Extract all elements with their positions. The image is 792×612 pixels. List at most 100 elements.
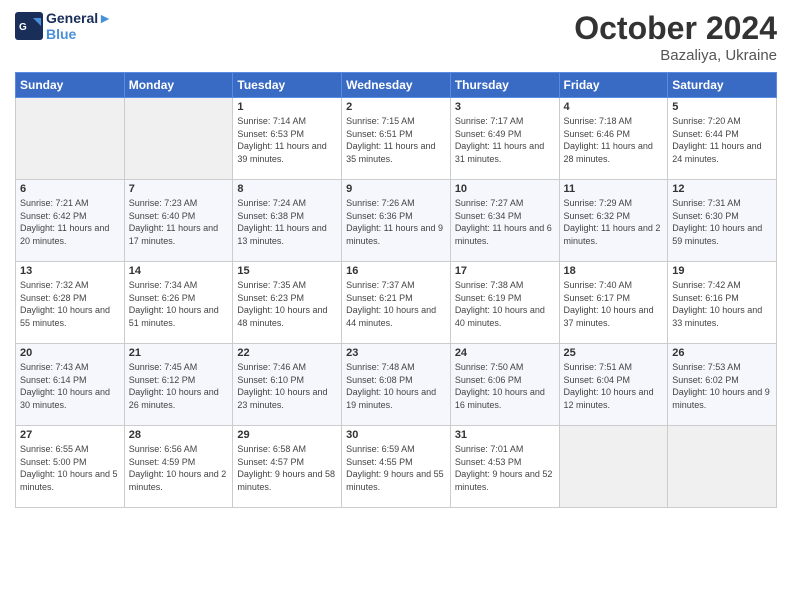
day-info: Sunrise: 7:31 AM Sunset: 6:30 PM Dayligh… — [672, 197, 772, 247]
weekday-header-sunday: Sunday — [16, 73, 125, 98]
day-info: Sunrise: 7:20 AM Sunset: 6:44 PM Dayligh… — [672, 115, 772, 165]
calendar-cell: 21 Sunrise: 7:45 AM Sunset: 6:12 PM Dayli… — [124, 344, 233, 426]
week-row-4: 20Sunrise: 7:43 AM Sunset: 6:14 PM Dayli… — [16, 344, 777, 426]
calendar-cell: 22Sunrise: 7:46 AM Sunset: 6:10 PM Dayli… — [233, 344, 342, 426]
day-info: Sunrise: 7:26 AM Sunset: 6:36 PM Dayligh… — [346, 197, 446, 247]
day-info: Sunrise: 6:55 AM Sunset: 5:00 PM Dayligh… — [20, 443, 120, 493]
day-number: 14 — [129, 265, 229, 277]
calendar-cell: 20Sunrise: 7:43 AM Sunset: 6:14 PM Dayli… — [16, 344, 125, 426]
day-number: 6 — [20, 183, 120, 195]
calendar-table: SundayMondayTuesdayWednesdayThursdayFrid… — [15, 72, 777, 508]
weekday-header-thursday: Thursday — [450, 73, 559, 98]
weekday-header-wednesday: Wednesday — [342, 73, 451, 98]
day-number: 15 — [237, 265, 337, 277]
svg-text:G: G — [19, 22, 27, 33]
calendar-cell: 3 Sunrise: 7:17 AM Sunset: 6:49 PM Daylig… — [450, 98, 559, 180]
logo: G General► Blue — [15, 10, 112, 42]
day-number: 25 — [564, 347, 664, 359]
calendar-cell — [668, 426, 777, 508]
calendar-cell: 9Sunrise: 7:26 AM Sunset: 6:36 PM Daylig… — [342, 180, 451, 262]
day-info: Sunrise: 7:14 AM Sunset: 6:53 PM Dayligh… — [237, 115, 337, 165]
day-number: 1 — [237, 101, 337, 113]
day-number: 12 — [672, 183, 772, 195]
weekday-header-tuesday: Tuesday — [233, 73, 342, 98]
day-number: 20 — [20, 347, 120, 359]
calendar-cell: 30 Sunrise: 6:59 AM Sunset: 4:55 PM Dayli… — [342, 426, 451, 508]
calendar-cell — [124, 98, 233, 180]
day-info: Sunrise: 7:15 AM Sunset: 6:51 PM Dayligh… — [346, 115, 446, 165]
day-number: 2 — [346, 101, 446, 113]
calendar-cell: 14 Sunrise: 7:34 AM Sunset: 6:26 PM Dayli… — [124, 262, 233, 344]
calendar-cell: 16 Sunrise: 7:37 AM Sunset: 6:21 PM Dayli… — [342, 262, 451, 344]
week-row-1: 1 Sunrise: 7:14 AM Sunset: 6:53 PM Daylig… — [16, 98, 777, 180]
day-info: Sunrise: 7:24 AM Sunset: 6:38 PM Dayligh… — [237, 197, 337, 247]
day-info: Sunrise: 7:29 AM Sunset: 6:32 PM Dayligh… — [564, 197, 664, 247]
day-number: 23 — [346, 347, 446, 359]
day-info: Sunrise: 7:38 AM Sunset: 6:19 PM Dayligh… — [455, 279, 555, 329]
month-year: October 2024 — [574, 10, 777, 47]
day-info: Sunrise: 7:45 AM Sunset: 6:12 PM Dayligh… — [129, 361, 229, 411]
calendar-cell: 12 Sunrise: 7:31 AM Sunset: 6:30 PM Dayli… — [668, 180, 777, 262]
week-row-3: 13 Sunrise: 7:32 AM Sunset: 6:28 PM Dayli… — [16, 262, 777, 344]
month-title: October 2024 Bazaliya, Ukraine — [574, 10, 777, 64]
day-number: 8 — [237, 183, 337, 195]
day-info: Sunrise: 7:34 AM Sunset: 6:26 PM Dayligh… — [129, 279, 229, 329]
day-number: 28 — [129, 429, 229, 441]
weekday-header-saturday: Saturday — [668, 73, 777, 98]
calendar-cell: 1 Sunrise: 7:14 AM Sunset: 6:53 PM Daylig… — [233, 98, 342, 180]
calendar-cell — [559, 426, 668, 508]
day-info: Sunrise: 7:01 AM Sunset: 4:53 PM Dayligh… — [455, 443, 555, 493]
calendar-cell: 6Sunrise: 7:21 AM Sunset: 6:42 PM Daylig… — [16, 180, 125, 262]
calendar-cell: 11 Sunrise: 7:29 AM Sunset: 6:32 PM Dayli… — [559, 180, 668, 262]
logo-text: General► Blue — [46, 10, 112, 42]
calendar-cell: 31Sunrise: 7:01 AM Sunset: 4:53 PM Dayli… — [450, 426, 559, 508]
day-number: 21 — [129, 347, 229, 359]
day-number: 13 — [20, 265, 120, 277]
day-number: 5 — [672, 101, 772, 113]
day-info: Sunrise: 7:53 AM Sunset: 6:02 PM Dayligh… — [672, 361, 772, 411]
calendar-cell: 7 Sunrise: 7:23 AM Sunset: 6:40 PM Daylig… — [124, 180, 233, 262]
day-number: 11 — [564, 183, 664, 195]
day-info: Sunrise: 7:23 AM Sunset: 6:40 PM Dayligh… — [129, 197, 229, 247]
calendar-cell: 2 Sunrise: 7:15 AM Sunset: 6:51 PM Daylig… — [342, 98, 451, 180]
day-number: 3 — [455, 101, 555, 113]
calendar-container: G General► Blue October 2024 Bazaliya, U… — [0, 0, 792, 518]
day-info: Sunrise: 7:48 AM Sunset: 6:08 PM Dayligh… — [346, 361, 446, 411]
day-number: 7 — [129, 183, 229, 195]
day-number: 30 — [346, 429, 446, 441]
week-row-2: 6Sunrise: 7:21 AM Sunset: 6:42 PM Daylig… — [16, 180, 777, 262]
day-info: Sunrise: 7:18 AM Sunset: 6:46 PM Dayligh… — [564, 115, 664, 165]
day-info: Sunrise: 7:27 AM Sunset: 6:34 PM Dayligh… — [455, 197, 555, 247]
day-number: 18 — [564, 265, 664, 277]
location: Bazaliya, Ukraine — [574, 47, 777, 64]
day-info: Sunrise: 6:59 AM Sunset: 4:55 PM Dayligh… — [346, 443, 446, 493]
day-info: Sunrise: 7:51 AM Sunset: 6:04 PM Dayligh… — [564, 361, 664, 411]
day-info: Sunrise: 7:50 AM Sunset: 6:06 PM Dayligh… — [455, 361, 555, 411]
day-number: 16 — [346, 265, 446, 277]
day-info: Sunrise: 6:56 AM Sunset: 4:59 PM Dayligh… — [129, 443, 229, 493]
logo-icon: G — [15, 12, 43, 40]
day-number: 17 — [455, 265, 555, 277]
calendar-cell: 15 Sunrise: 7:35 AM Sunset: 6:23 PM Dayli… — [233, 262, 342, 344]
week-row-5: 27Sunrise: 6:55 AM Sunset: 5:00 PM Dayli… — [16, 426, 777, 508]
day-number: 24 — [455, 347, 555, 359]
calendar-cell: 8 Sunrise: 7:24 AM Sunset: 6:38 PM Daylig… — [233, 180, 342, 262]
calendar-cell: 10 Sunrise: 7:27 AM Sunset: 6:34 PM Dayli… — [450, 180, 559, 262]
calendar-cell: 25 Sunrise: 7:51 AM Sunset: 6:04 PM Dayli… — [559, 344, 668, 426]
weekday-header-friday: Friday — [559, 73, 668, 98]
day-number: 10 — [455, 183, 555, 195]
calendar-cell: 17 Sunrise: 7:38 AM Sunset: 6:19 PM Dayli… — [450, 262, 559, 344]
calendar-cell: 5 Sunrise: 7:20 AM Sunset: 6:44 PM Daylig… — [668, 98, 777, 180]
day-number: 4 — [564, 101, 664, 113]
day-info: Sunrise: 7:17 AM Sunset: 6:49 PM Dayligh… — [455, 115, 555, 165]
calendar-cell: 19Sunrise: 7:42 AM Sunset: 6:16 PM Dayli… — [668, 262, 777, 344]
calendar-cell: 26Sunrise: 7:53 AM Sunset: 6:02 PM Dayli… — [668, 344, 777, 426]
day-info: Sunrise: 7:32 AM Sunset: 6:28 PM Dayligh… — [20, 279, 120, 329]
day-info: Sunrise: 7:46 AM Sunset: 6:10 PM Dayligh… — [237, 361, 337, 411]
weekday-header-monday: Monday — [124, 73, 233, 98]
day-info: Sunrise: 7:35 AM Sunset: 6:23 PM Dayligh… — [237, 279, 337, 329]
calendar-cell: 23 Sunrise: 7:48 AM Sunset: 6:08 PM Dayli… — [342, 344, 451, 426]
day-number: 19 — [672, 265, 772, 277]
day-info: Sunrise: 7:37 AM Sunset: 6:21 PM Dayligh… — [346, 279, 446, 329]
calendar-cell: 18Sunrise: 7:40 AM Sunset: 6:17 PM Dayli… — [559, 262, 668, 344]
